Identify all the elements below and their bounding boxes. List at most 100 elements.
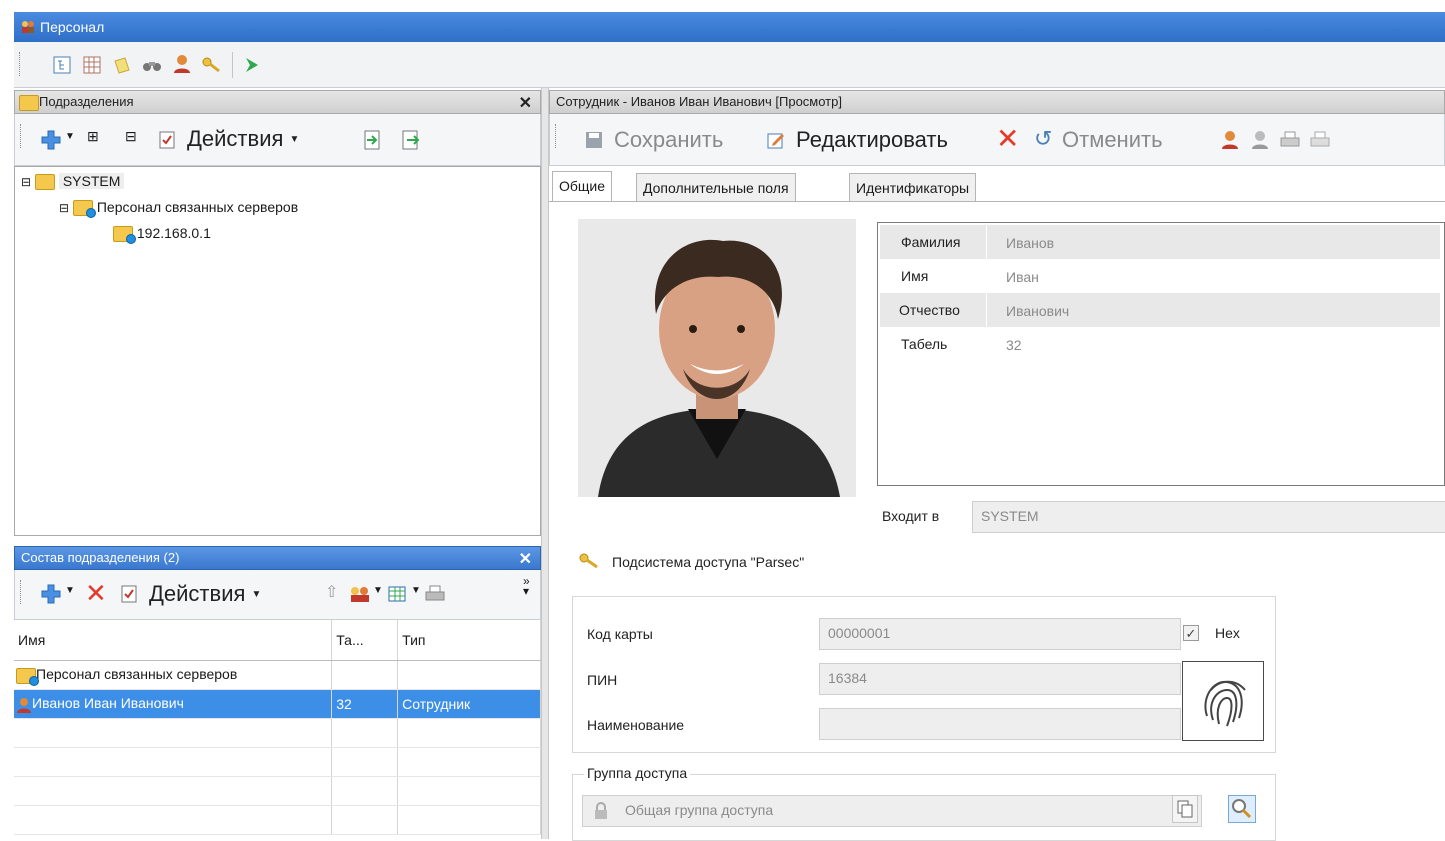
actions-menu[interactable]: Действия ▼ bbox=[187, 124, 299, 155]
pin-label: ПИН bbox=[587, 672, 618, 688]
collapse-all-icon[interactable]: ⊟ bbox=[125, 128, 137, 145]
table-cell-type bbox=[397, 660, 541, 690]
window-title: Персонал bbox=[40, 19, 105, 35]
fingerprint-button[interactable] bbox=[1182, 661, 1264, 741]
chevron-down-icon: ▼ bbox=[251, 589, 262, 601]
tab-general[interactable]: Общие bbox=[552, 171, 613, 202]
collapse-node-icon[interactable]: ⊟ bbox=[59, 201, 69, 215]
table-cell-type: Сотрудник bbox=[397, 689, 541, 719]
save-icon bbox=[584, 130, 604, 150]
expand-all-icon[interactable]: ⊞ bbox=[87, 128, 99, 145]
overflow-chevron-icon[interactable]: » ▾ bbox=[523, 575, 530, 597]
chevron-down-icon[interactable]: ▼ bbox=[411, 585, 421, 596]
tree-node-server[interactable]: 192.168.0.1 bbox=[113, 223, 211, 245]
table-row[interactable]: Персонал связанных серверов bbox=[14, 660, 541, 690]
card-code-label: Код карты bbox=[587, 626, 653, 642]
table-cell-tab bbox=[331, 660, 399, 690]
group-people-icon[interactable] bbox=[349, 584, 369, 604]
hex-checkbox[interactable]: ✓ bbox=[1183, 625, 1199, 641]
run-icon[interactable] bbox=[242, 55, 262, 75]
table-header-row: Имя Та... Тип bbox=[14, 620, 541, 661]
field-row-bg bbox=[880, 293, 1440, 327]
tree-node-label: 192.168.0.1 bbox=[136, 225, 211, 241]
person-icon[interactable] bbox=[172, 54, 192, 74]
member-of-label: Входит в bbox=[882, 508, 940, 524]
search-button[interactable] bbox=[1228, 795, 1256, 823]
export-icon[interactable] bbox=[401, 130, 421, 150]
save-button[interactable]: Сохранить bbox=[614, 125, 723, 155]
table-cell-name: Персонал связанных серверов bbox=[14, 660, 333, 690]
copy-button[interactable] bbox=[1172, 795, 1198, 823]
add-dropdown-arrow-icon[interactable]: ▼ bbox=[65, 131, 75, 142]
tab-number-label: Табель bbox=[901, 336, 948, 352]
name-field[interactable] bbox=[819, 708, 1181, 740]
tree-node-system[interactable]: ⊟ SYSTEM bbox=[21, 171, 125, 192]
row-name: Персонал связанных серверов bbox=[36, 666, 238, 683]
key-icon bbox=[579, 553, 598, 569]
column-header-tab[interactable]: Та... bbox=[331, 620, 399, 661]
actions-menu[interactable]: Действия ▼ bbox=[149, 579, 261, 610]
import-icon[interactable] bbox=[363, 130, 383, 150]
last-name-label: Фамилия bbox=[901, 234, 961, 250]
toolbar-grip[interactable] bbox=[19, 52, 23, 76]
window-titlebar: Персонал bbox=[14, 12, 1445, 42]
member-of-field[interactable]: SYSTEM bbox=[972, 501, 1445, 533]
tab-extra-fields[interactable]: Дополнительные поля bbox=[636, 173, 796, 202]
first-name-label: Имя bbox=[901, 268, 929, 284]
tab-number-value: 32 bbox=[1006, 337, 1022, 353]
toolbar-grip[interactable] bbox=[20, 580, 24, 604]
actions-label: Действия bbox=[149, 581, 246, 606]
binoculars-icon[interactable] bbox=[142, 55, 162, 75]
close-icon[interactable]: ✕ bbox=[519, 549, 532, 571]
person-icon bbox=[17, 697, 31, 713]
tab-strip-border bbox=[549, 201, 1445, 202]
add-icon[interactable] bbox=[41, 584, 61, 604]
tree-view-icon[interactable] bbox=[52, 55, 72, 75]
cancel-button[interactable]: Отменить bbox=[1062, 125, 1163, 155]
add-icon[interactable] bbox=[41, 130, 61, 150]
notes-icon[interactable] bbox=[112, 55, 132, 75]
tab-identifiers[interactable]: Идентификаторы bbox=[849, 173, 977, 202]
card-code-field[interactable]: 00000001 bbox=[819, 618, 1181, 650]
members-title: Состав подразделения (2) bbox=[21, 550, 180, 565]
checklist-icon[interactable] bbox=[119, 584, 139, 604]
table-icon[interactable] bbox=[387, 584, 407, 604]
table-row bbox=[14, 776, 541, 806]
undo-icon: ↺ bbox=[1034, 126, 1053, 151]
person-grey-icon[interactable] bbox=[1250, 130, 1270, 150]
print-preview-icon[interactable] bbox=[1310, 130, 1330, 150]
edit-button[interactable]: Редактировать bbox=[796, 125, 948, 155]
access-group-value: Общая группа доступа bbox=[625, 802, 774, 818]
row-name: Иванов Иван Иванович bbox=[32, 695, 184, 712]
toolbar-grip[interactable] bbox=[555, 124, 559, 148]
delete-icon[interactable]: ✕ bbox=[996, 124, 1019, 154]
collapse-node-icon[interactable]: ⊟ bbox=[21, 175, 31, 189]
table-cell-name: Иванов Иван Иванович bbox=[14, 689, 333, 719]
tree-node-linked-servers[interactable]: ⊟ Персонал связанных серверов bbox=[59, 197, 298, 219]
chevron-down-icon[interactable]: ▼ bbox=[373, 585, 383, 596]
column-header-name[interactable]: Имя bbox=[14, 620, 333, 661]
pin-field[interactable]: 16384 bbox=[819, 663, 1181, 695]
checklist-icon[interactable] bbox=[157, 130, 177, 150]
table-row[interactable]: Иванов Иван Иванович 32 Сотрудник bbox=[14, 689, 541, 719]
delete-icon[interactable]: ✕ bbox=[85, 578, 107, 609]
toolbar-grip[interactable] bbox=[20, 124, 24, 148]
toolbar-separator bbox=[232, 52, 233, 78]
access-group-select[interactable]: Общая группа доступа ▼ bbox=[582, 795, 1202, 827]
print-icon[interactable] bbox=[425, 584, 445, 604]
copy-icon bbox=[1177, 800, 1193, 818]
grid-view-icon[interactable] bbox=[82, 55, 102, 75]
column-header-type[interactable]: Тип bbox=[397, 620, 541, 661]
employee-photo bbox=[578, 219, 856, 497]
move-up-icon[interactable]: ⇧ bbox=[325, 582, 338, 602]
employee-panel-header: Сотрудник - Иванов Иван Иванович [Просмо… bbox=[549, 90, 1445, 114]
close-icon[interactable]: ✕ bbox=[519, 93, 532, 115]
lock-icon bbox=[595, 802, 607, 819]
people-icon bbox=[22, 21, 34, 33]
key-icon[interactable] bbox=[202, 55, 222, 75]
field-row-bg bbox=[880, 225, 1440, 259]
print-icon[interactable] bbox=[1280, 130, 1300, 150]
person-icon[interactable] bbox=[1220, 130, 1240, 150]
add-dropdown-arrow-icon[interactable]: ▼ bbox=[65, 585, 75, 596]
splitter[interactable] bbox=[541, 88, 549, 839]
